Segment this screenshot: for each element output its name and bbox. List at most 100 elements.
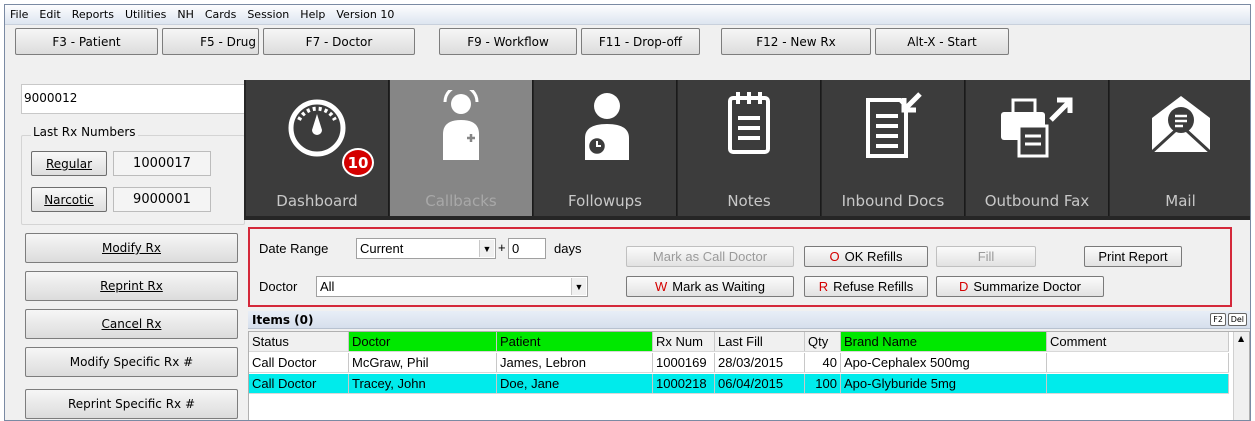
date-range-select[interactable]: Current ▼: [356, 238, 496, 259]
inbound-docs-tile[interactable]: Inbound Docs: [822, 80, 965, 216]
items-title: Items (0): [252, 313, 314, 327]
vertical-scrollbar[interactable]: ▲: [1233, 332, 1249, 420]
mark-waiting-button[interactable]: W Mark as Waiting: [626, 276, 794, 297]
menu-cards[interactable]: Cards: [205, 8, 236, 21]
ok-refills-button[interactable]: O OK Refills: [804, 246, 928, 267]
chevron-down-icon: ▼: [479, 240, 494, 257]
f11-drop-off-button[interactable]: F11 - Drop-off: [581, 28, 700, 55]
menu-edit[interactable]: Edit: [39, 8, 60, 21]
menu-utilities[interactable]: Utilities: [125, 8, 166, 21]
date-range-label: Date Range: [259, 241, 329, 256]
cell-qty: 40: [805, 353, 841, 372]
narcotic-rx-value: 9000001: [113, 187, 211, 212]
cell-brand-name: Apo-Glyburide 5mg: [841, 374, 1047, 393]
followups-tile[interactable]: Followups: [534, 80, 677, 216]
notes-tile[interactable]: Notes: [678, 80, 821, 216]
table-row[interactable]: Call Doctor McGraw, Phil James, Lebron 1…: [249, 353, 1229, 373]
modify-rx-label: Modify Rx: [101, 241, 161, 255]
cell-doctor: McGraw, Phil: [349, 353, 497, 372]
del-key-badge[interactable]: Del: [1227, 313, 1247, 326]
menu-version[interactable]: Version 10: [336, 8, 394, 21]
print-report-button[interactable]: Print Report: [1084, 246, 1182, 267]
items-header: Items (0) F2 Del: [248, 311, 1250, 329]
cancel-rx-button[interactable]: Cancel Rx: [25, 309, 238, 339]
cell-rx-num: 1000169: [653, 353, 715, 372]
outbound-fax-tile[interactable]: Outbound Fax: [966, 80, 1109, 216]
f12-new-rx-button[interactable]: F12 - New Rx: [721, 28, 871, 55]
inbound-doc-icon: [866, 92, 922, 158]
last-rx-numbers-label: Last Rx Numbers: [31, 125, 138, 139]
column-rx-num[interactable]: Rx Num: [653, 332, 715, 351]
person-clock-icon: [585, 93, 629, 160]
modify-specific-rx-button[interactable]: Modify Specific Rx #: [25, 347, 238, 377]
regular-button-label: Regular: [45, 156, 93, 171]
column-patient[interactable]: Patient: [497, 332, 653, 351]
column-qty[interactable]: Qty: [805, 332, 841, 351]
notes-label: Notes: [727, 192, 771, 210]
summarize-doctor-label: Summarize Doctor: [973, 279, 1082, 294]
cell-last-fill: 06/04/2015: [715, 374, 805, 393]
cell-qty: 100: [805, 374, 841, 393]
cell-doctor: Tracey, John: [349, 374, 497, 393]
narcotic-button[interactable]: Narcotic: [31, 187, 107, 212]
followups-label: Followups: [568, 192, 642, 210]
alt-x-start-button[interactable]: Alt-X - Start: [875, 28, 1009, 55]
f7-doctor-button[interactable]: F7 - Doctor: [263, 28, 415, 55]
menu-nh[interactable]: NH: [177, 8, 194, 21]
cell-status: Call Doctor: [249, 353, 349, 372]
module-tiles: 10 Dashboard Callbacks Followups Notes I…: [244, 80, 1250, 220]
days-input[interactable]: 0: [508, 238, 546, 259]
refuse-refills-button[interactable]: R Refuse Refills: [804, 276, 928, 297]
summarize-doctor-button[interactable]: D Summarize Doctor: [936, 276, 1104, 297]
menu-help[interactable]: Help: [300, 8, 325, 21]
doctor-label: Doctor: [259, 279, 298, 294]
chevron-down-icon: ▼: [571, 278, 586, 295]
column-comment[interactable]: Comment: [1047, 332, 1229, 351]
f9-workflow-button[interactable]: F9 - Workflow: [439, 28, 577, 55]
regular-rx-value: 1000017: [113, 151, 211, 176]
days-label: days: [554, 241, 582, 256]
dashboard-tile[interactable]: 10 Dashboard: [246, 80, 389, 216]
fax-icon: [1001, 97, 1073, 158]
refuse-refills-hotkey: R: [818, 279, 829, 294]
cell-patient: Doe, Jane: [497, 374, 653, 393]
f3-patient-button[interactable]: F3 - Patient: [15, 28, 158, 55]
modify-rx-button[interactable]: Modify Rx: [25, 233, 238, 263]
menu-session[interactable]: Session: [247, 8, 289, 21]
cell-rx-num: 1000218: [653, 374, 715, 393]
left-panel: 9000012 Last Rx Numbers Regular 1000017 …: [5, 57, 248, 420]
f5-drug-button[interactable]: F5 - Drug: [162, 28, 259, 55]
fill-button[interactable]: Fill: [936, 246, 1036, 267]
callbacks-tile[interactable]: Callbacks: [390, 80, 533, 216]
mark-call-doctor-button[interactable]: Mark as Call Doctor: [626, 246, 794, 267]
column-brand-name[interactable]: Brand Name: [841, 332, 1047, 351]
menu-bar: File Edit Reports Utilities NH Cards Ses…: [5, 5, 1250, 25]
doctor-select[interactable]: All ▼: [316, 276, 588, 297]
cell-comment: [1047, 353, 1229, 372]
function-key-bar: F3 - Patient F5 - Drug F7 - Doctor F9 - …: [5, 28, 1250, 56]
column-status[interactable]: Status: [249, 332, 349, 351]
doctor-icon: [443, 90, 479, 160]
f2-key-badge[interactable]: F2: [1210, 313, 1226, 326]
callbacks-label: Callbacks: [425, 192, 497, 210]
summarize-doctor-hotkey: D: [958, 279, 969, 294]
regular-button[interactable]: Regular: [31, 151, 107, 176]
reprint-specific-rx-button[interactable]: Reprint Specific Rx #: [25, 389, 238, 419]
mark-waiting-hotkey: W: [655, 279, 668, 294]
rx-number-input[interactable]: 9000012: [21, 84, 245, 114]
table-row-selected[interactable]: Call Doctor Tracey, John Doe, Jane 10002…: [249, 374, 1229, 394]
narcotic-button-label: Narcotic: [44, 192, 94, 207]
column-doctor[interactable]: Doctor: [349, 332, 497, 351]
reprint-rx-button[interactable]: Reprint Rx: [25, 271, 238, 301]
scroll-up-icon[interactable]: ▲: [1238, 334, 1244, 343]
callbacks-table: Status Doctor Patient Rx Num Last Fill Q…: [248, 331, 1250, 420]
ok-refills-hotkey: O: [829, 249, 840, 264]
ok-refills-label: OK Refills: [844, 249, 903, 264]
cancel-rx-label: Cancel Rx: [101, 317, 162, 331]
column-last-fill[interactable]: Last Fill: [715, 332, 805, 351]
mail-tile[interactable]: Mail: [1110, 80, 1250, 216]
menu-reports[interactable]: Reports: [72, 8, 114, 21]
callback-filter-panel: Date Range Current ▼ + 0 days Doctor All…: [248, 227, 1232, 307]
menu-file[interactable]: File: [10, 8, 28, 21]
inbound-docs-label: Inbound Docs: [841, 192, 945, 210]
